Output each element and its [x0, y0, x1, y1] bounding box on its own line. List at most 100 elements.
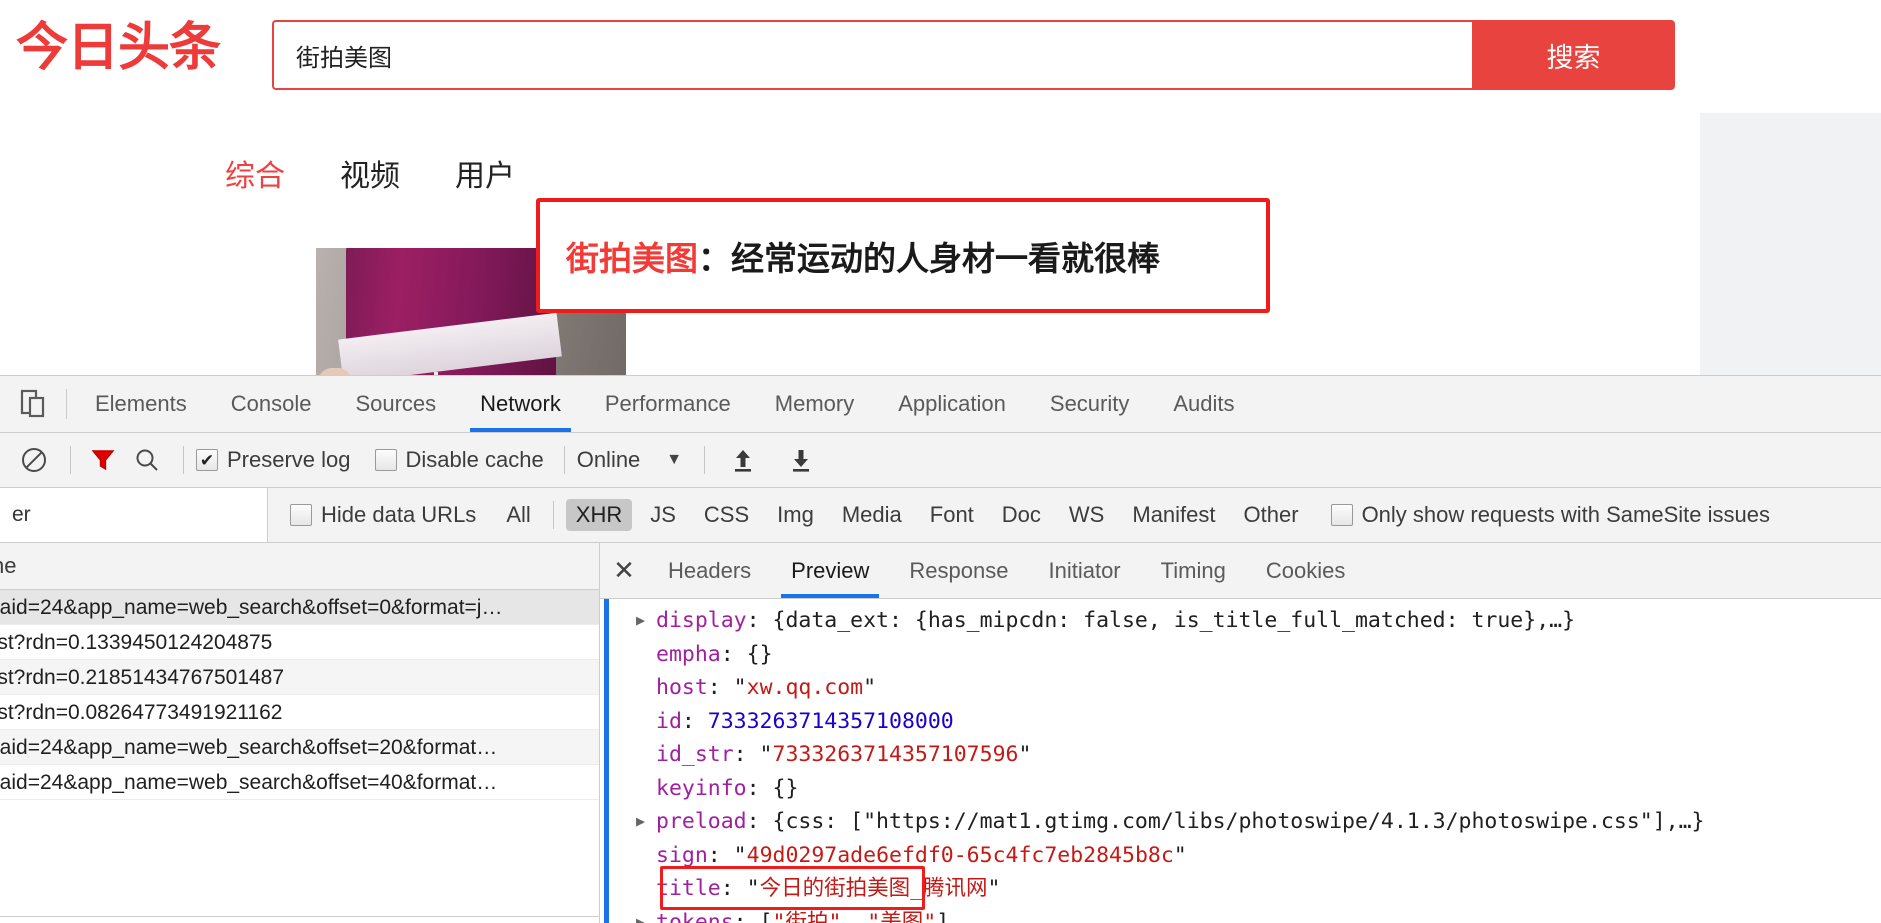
detail-tab-response[interactable]: Response	[889, 543, 1028, 598]
json-string-value: xw.qq.com	[747, 675, 864, 700]
expand-triangle-icon[interactable]: ▶	[636, 805, 645, 839]
filter-type-js[interactable]: JS	[640, 499, 686, 531]
result-title[interactable]: 街拍美图：经常运动的人身材一看就很棒	[540, 232, 1160, 280]
json-punctuation: "	[863, 675, 876, 700]
filter-type-img[interactable]: Img	[767, 499, 824, 531]
throttling-value: Online	[577, 447, 641, 473]
tab-security[interactable]: Security	[1028, 376, 1151, 432]
close-icon[interactable]: ✕	[600, 555, 648, 586]
json-line[interactable]: id: 7333263714357108000	[600, 705, 1881, 739]
tab-shipin[interactable]: 视频	[340, 151, 400, 195]
tab-audits[interactable]: Audits	[1151, 376, 1256, 432]
column-header-name[interactable]: ne	[0, 553, 16, 579]
json-number-value: 7333263714357108000	[708, 709, 954, 734]
json-punctuation: : "	[734, 742, 773, 767]
request-list-header: ne	[0, 543, 599, 590]
json-punctuation: "	[1174, 843, 1187, 868]
json-line[interactable]: sign: "49d0297ade6efdf0-65c4fc7eb2845b8c…	[600, 839, 1881, 873]
tab-memory[interactable]: Memory	[753, 376, 876, 432]
detail-tab-timing[interactable]: Timing	[1141, 543, 1246, 598]
json-punctuation: ]	[936, 910, 949, 923]
search-button[interactable]: 搜索	[1472, 20, 1675, 90]
json-string-value: 今日的街拍美图_腾讯网	[760, 876, 988, 901]
filter-type-media[interactable]: Media	[832, 499, 912, 531]
inspect-element-icon[interactable]	[16, 387, 50, 421]
table-row[interactable]: list?rdn=0.21851434767501487	[0, 660, 599, 695]
result-title-rest: ：经常运动的人身材一看就很棒	[698, 239, 1160, 278]
table-row[interactable]: ?aid=24&app_name=web_search&offset=20&fo…	[0, 730, 599, 765]
json-punctuation: : "	[721, 876, 760, 901]
detail-tabbar: ✕ Headers Preview Response Initiator Tim…	[600, 543, 1881, 599]
tab-performance[interactable]: Performance	[583, 376, 753, 432]
filter-type-font[interactable]: Font	[920, 499, 984, 531]
search-icon[interactable]	[127, 440, 167, 480]
search-input[interactable]	[272, 20, 1472, 90]
json-plain-value: : {css: ["https://mat1.gtimg.com/libs/ph…	[747, 809, 1705, 834]
tab-yonghu[interactable]: 用户	[455, 151, 515, 195]
detail-tab-initiator[interactable]: Initiator	[1028, 543, 1140, 598]
web-page-area: 今日头条 搜索 综合 视频 用户 街拍美图：经常运动的人身材一看就很棒	[0, 0, 1881, 375]
result-title-keyword: 街拍美图	[566, 239, 698, 278]
table-row[interactable]: ?aid=24&app_name=web_search&offset=0&for…	[0, 590, 599, 625]
preserve-log-label: Preserve log	[227, 447, 351, 473]
detail-tab-headers[interactable]: Headers	[648, 543, 771, 598]
json-line[interactable]: keyinfo: {}	[600, 772, 1881, 806]
json-line[interactable]: empha: {}	[600, 638, 1881, 672]
tab-zonghe[interactable]: 综合	[225, 151, 285, 195]
tab-application[interactable]: Application	[876, 376, 1028, 432]
table-row[interactable]: list?rdn=0.1339450124204875	[0, 625, 599, 660]
filter-type-other[interactable]: Other	[1234, 499, 1309, 531]
json-line[interactable]: ▶ preload: {css: ["https://mat1.gtimg.com…	[600, 805, 1881, 839]
preserve-log-checkbox[interactable]: Preserve log	[196, 447, 351, 473]
json-punctuation: :	[682, 709, 708, 734]
filter-type-all[interactable]: All	[496, 499, 540, 531]
filter-icon[interactable]	[83, 440, 123, 480]
json-plain-value: : {}	[747, 776, 799, 801]
chevron-down-icon[interactable]: ▼	[666, 451, 682, 469]
samesite-box[interactable]	[1331, 504, 1353, 526]
hide-data-urls-checkbox[interactable]: Hide data URLs	[290, 502, 476, 528]
json-key: keyinfo	[656, 776, 747, 801]
json-line[interactable]: id_str: "7333263714357107596"	[600, 738, 1881, 772]
disable-cache-checkbox[interactable]: Disable cache	[375, 447, 544, 473]
json-key: host	[656, 675, 708, 700]
json-line[interactable]: ▶tokens: ["街拍", "美图"]	[600, 906, 1881, 923]
disable-cache-box[interactable]	[375, 449, 397, 471]
table-row[interactable]: ?aid=24&app_name=web_search&offset=40&fo…	[0, 765, 599, 800]
tab-elements[interactable]: Elements	[73, 376, 209, 432]
hide-data-urls-box[interactable]	[290, 504, 312, 526]
detail-tab-cookies[interactable]: Cookies	[1246, 543, 1365, 598]
detail-tab-preview[interactable]: Preview	[771, 543, 889, 598]
samesite-checkbox[interactable]: Only show requests with SameSite issues	[1331, 502, 1770, 528]
json-line[interactable]: host: "xw.qq.com"	[600, 671, 1881, 705]
network-toolbar: Preserve log Disable cache Online ▼	[0, 433, 1881, 488]
expand-triangle-icon[interactable]: ▶	[636, 906, 645, 923]
json-line[interactable]: title: "今日的街拍美图_腾讯网"	[600, 872, 1881, 906]
filter-type-css[interactable]: CSS	[694, 499, 759, 531]
json-key: empha	[656, 642, 721, 667]
filter-type-manifest[interactable]: Manifest	[1122, 499, 1225, 531]
toutiao-logo[interactable]: 今日头条	[16, 16, 220, 80]
tab-console[interactable]: Console	[209, 376, 334, 432]
expand-triangle-icon[interactable]: ▶	[636, 604, 645, 638]
request-detail-pane: ✕ Headers Preview Response Initiator Tim…	[600, 543, 1881, 923]
download-icon[interactable]	[781, 440, 821, 480]
filter-type-ws[interactable]: WS	[1059, 499, 1114, 531]
filter-input[interactable]	[0, 488, 268, 542]
tab-network[interactable]: Network	[458, 376, 583, 432]
request-name: ?aid=24&app_name=web_search&offset=40&fo…	[0, 765, 497, 800]
filter-type-xhr[interactable]: XHR	[566, 499, 632, 531]
filter-type-doc[interactable]: Doc	[992, 499, 1051, 531]
json-punctuation: : "	[708, 675, 747, 700]
preserve-log-box[interactable]	[196, 449, 218, 471]
request-name: ?aid=24&app_name=web_search&offset=0&for…	[0, 590, 502, 625]
json-string-value: 49d0297ade6efdf0-65c4fc7eb2845b8c	[747, 843, 1174, 868]
tab-sources[interactable]: Sources	[333, 376, 458, 432]
table-row[interactable]: list?rdn=0.08264773491921162	[0, 695, 599, 730]
json-key: preload	[656, 809, 747, 834]
clear-icon[interactable]	[14, 440, 54, 480]
throttling-select[interactable]: Online ▼	[577, 447, 682, 473]
json-punctuation: "	[988, 876, 1001, 901]
json-line[interactable]: ▶display: {data_ext: {has_mipcdn: false,…	[600, 604, 1881, 638]
upload-icon[interactable]	[723, 440, 763, 480]
